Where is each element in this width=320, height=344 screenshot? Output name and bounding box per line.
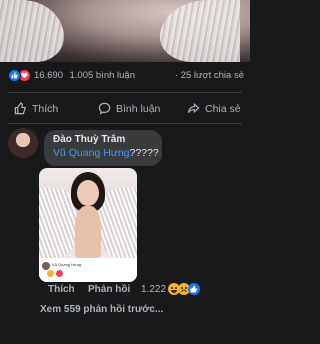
reactions-count[interactable]: 16.690 [34,70,63,81]
photo-embedded-avatar [42,262,50,270]
share-button[interactable]: Chia sẻ [187,102,241,115]
share-icon [187,102,200,114]
comment-text: Vũ Quang Hưng????? [53,147,159,159]
view-previous-replies-link[interactable]: Xem 559 phản hồi trước... [40,304,163,315]
shares-count[interactable]: · 25 lượt chia sẻ [175,70,244,81]
comment-button-label: Bình luận [116,102,161,115]
mention-link[interactable]: Vũ Quang Hưng [53,147,130,159]
divider [8,92,242,93]
like-icon [8,69,21,82]
post-stats: 16.690 1.005 bình luận · 25 lượt chia sẻ [0,66,250,86]
share-button-label: Chia sẻ [205,102,241,115]
post-action-bar: Thích Bình luận Chia sẻ [0,98,250,122]
comment-button[interactable]: Bình luận [98,102,160,115]
photo-body [75,206,101,258]
like-icon [188,283,200,295]
comment-text-suffix: ????? [129,147,159,159]
post-photo[interactable] [0,0,250,62]
like-button[interactable]: Thích [14,102,58,115]
comment-bubble[interactable]: Đào Thuỳ Trâm Vũ Quang Hưng????? [44,130,162,166]
photo-fur-left [0,0,64,62]
comment-meta: Thích Phản hồi 1.222 [46,282,246,298]
like-button-label: Thích [32,102,59,115]
comments-count[interactable]: 1.005 bình luận [69,70,135,81]
divider [8,123,242,124]
comment-photo[interactable]: Vũ Quang Hưng [39,168,137,282]
comment-like-link[interactable]: Thích [48,284,75,295]
comment-reply-link[interactable]: Phản hồi [88,284,130,295]
avatar[interactable] [8,128,38,158]
comment-author[interactable]: Đào Thuỳ Trâm [53,134,153,145]
photo-face [77,180,99,206]
thumb-up-icon [14,102,26,115]
photo-embedded-comment: Vũ Quang Hưng [39,258,137,282]
haha-icon [47,270,54,277]
love-icon [56,270,63,277]
photo-embedded-name: Vũ Quang Hưng [52,262,82,267]
comment-reactions-count[interactable]: 1.222 [141,284,166,295]
comment-icon [98,102,111,115]
photo-fur-right [160,0,240,62]
